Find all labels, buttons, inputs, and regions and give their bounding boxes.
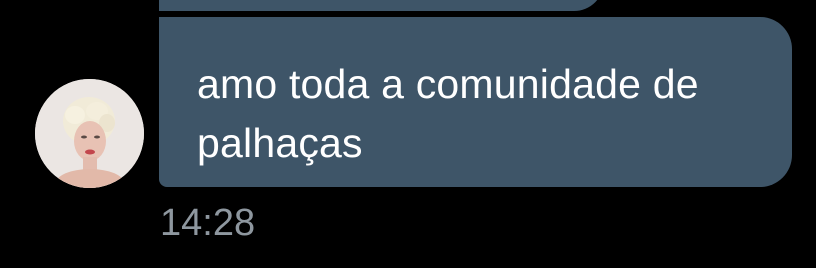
sender-avatar[interactable] (35, 79, 144, 188)
message-bubble[interactable]: amo toda a comunidade de palhaças (159, 17, 792, 187)
previous-message-bubble[interactable] (159, 0, 604, 11)
message-text: amo toda a comunidade de palhaças (197, 61, 699, 166)
message-timestamp: 14:28 (160, 202, 256, 244)
chat-view: amo toda a comunidade de palhaças 14:28 (0, 0, 816, 268)
avatar-photo-icon (35, 79, 144, 188)
